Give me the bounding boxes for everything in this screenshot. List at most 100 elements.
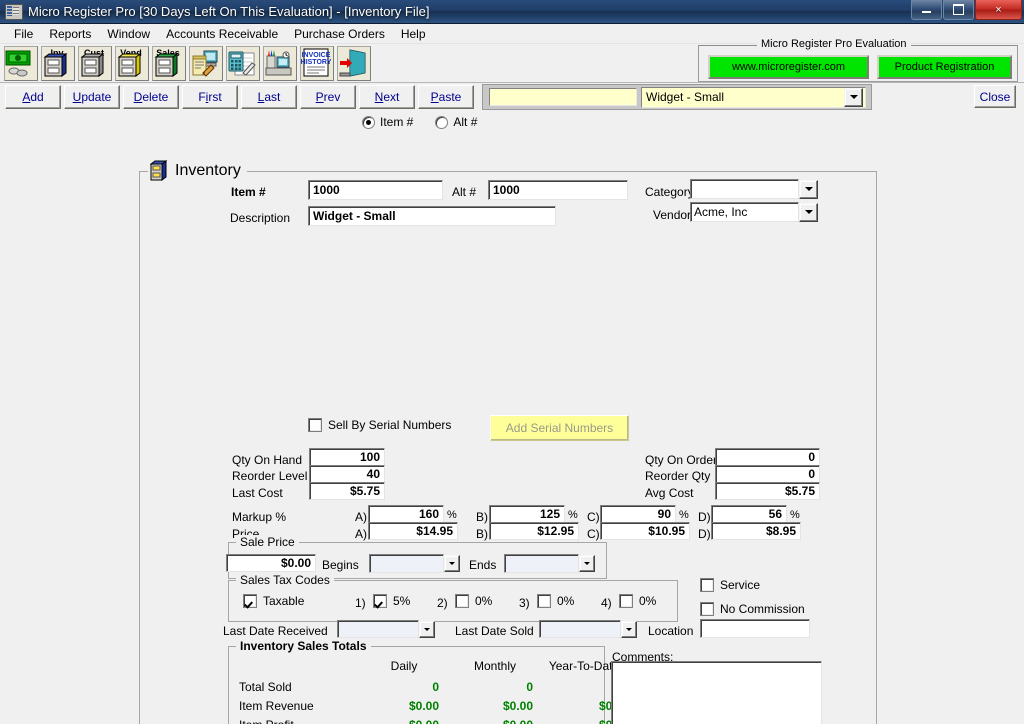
tax-code-4-checkbox[interactable]: 0% (619, 594, 656, 608)
sales-totals-col-daily: Daily (390, 659, 418, 673)
radio-alt-number[interactable]: Alt # (435, 115, 477, 129)
last-cost-input[interactable]: $5.75 (309, 482, 385, 500)
inventory-sales-totals-group: Inventory Sales Totals Daily Monthly Yea… (228, 639, 629, 724)
close-form-button[interactable]: Close (974, 85, 1016, 108)
vendor-cabinet-icon[interactable]: Vend (115, 46, 149, 81)
chevron-down-icon[interactable] (444, 555, 460, 572)
cash-money-icon[interactable] (4, 46, 38, 81)
invoice-history-icon[interactable]: INVOICE HISTORY (300, 46, 334, 81)
clipboard-order-icon[interactable] (189, 46, 223, 81)
markup-a-input[interactable]: 160 (368, 505, 444, 523)
chevron-down-icon[interactable] (579, 555, 595, 572)
sales-cabinet-icon[interactable]: Sales (152, 46, 186, 81)
tax-code-1-checkbox[interactable]: 5% (373, 594, 410, 608)
reorder-level-input[interactable]: 40 (309, 465, 385, 483)
category-combo[interactable] (690, 179, 820, 199)
minimize-button[interactable] (911, 0, 942, 20)
markup-b-input[interactable]: 125 (489, 505, 565, 523)
radio-item-number-indicator (362, 115, 375, 129)
chevron-down-icon[interactable] (799, 179, 818, 199)
no-commission-indicator (700, 602, 714, 616)
alt-number-input[interactable]: 1000 (488, 180, 628, 200)
sale-begins-date-combo[interactable] (369, 554, 462, 573)
tax-code-3-checkbox[interactable]: 0% (537, 594, 574, 608)
tax-code-1-rate: 5% (393, 594, 411, 608)
radio-alt-number-label: Alt # (453, 115, 478, 129)
menu-item-file[interactable]: File (6, 26, 41, 42)
markup-c-input[interactable]: 90 (600, 505, 676, 523)
menu-item-help[interactable]: Help (393, 26, 434, 42)
comments-textarea[interactable] (611, 661, 822, 724)
maximize-button[interactable] (943, 0, 974, 20)
tax-code-4-rate: 0% (639, 594, 657, 608)
update-button[interactable]: Update (64, 85, 120, 109)
next-button[interactable]: Next (359, 85, 415, 109)
add-serial-numbers-button[interactable]: Add Serial Numbers (490, 415, 629, 441)
price-d-input[interactable]: $8.95 (711, 522, 801, 540)
sale-price-legend: Sale Price (236, 535, 299, 549)
radio-item-number[interactable]: Item # (362, 115, 413, 129)
customer-cabinet-icon[interactable]: Cust (78, 46, 112, 81)
sale-ends-date-combo[interactable] (504, 554, 597, 573)
lookup-description-combo[interactable]: Widget - Small (641, 86, 866, 108)
item-profit-daily: $0.00 (369, 718, 439, 724)
menu-item-purchase-orders[interactable]: Purchase Orders (286, 26, 393, 42)
last-cost-label: Last Cost (232, 486, 283, 500)
lookup-code-input[interactable] (489, 88, 637, 106)
price-tier-d-label: D) (698, 527, 711, 541)
sales-tax-codes-legend: Sales Tax Codes (236, 573, 334, 587)
evaluation-panel: Micro Register Pro Evaluation www.micror… (698, 38, 1018, 82)
chevron-down-icon[interactable] (621, 620, 637, 638)
chevron-down-icon[interactable] (799, 202, 818, 222)
avg-cost-input[interactable]: $5.75 (715, 482, 820, 500)
inventory-cabinet-icon[interactable]: Inv (41, 46, 75, 81)
item-number-input[interactable]: 1000 (308, 180, 443, 200)
add-button[interactable]: Add (5, 85, 61, 109)
no-commission-checkbox[interactable]: No Commission (700, 602, 805, 616)
close-button[interactable]: × (975, 0, 1022, 20)
last-button[interactable]: Last (241, 85, 297, 109)
menu-item-window[interactable]: Window (99, 26, 158, 42)
exit-door-icon[interactable] (337, 46, 371, 81)
description-input[interactable]: Widget - Small (308, 206, 556, 226)
last-date-received-combo[interactable] (337, 620, 437, 638)
calculator-icon[interactable] (226, 46, 260, 81)
sale-price-input[interactable]: $0.00 (226, 554, 316, 572)
svg-text:HISTORY: HISTORY (301, 59, 331, 66)
taxable-checkbox[interactable]: Taxable (243, 594, 304, 608)
price-c-input[interactable]: $10.95 (600, 522, 690, 540)
category-value (690, 179, 799, 199)
product-registration-button[interactable]: Product Registration (877, 55, 1012, 79)
delete-button[interactable]: Delete (123, 85, 179, 109)
chevron-down-icon[interactable] (844, 87, 863, 107)
markup-tier-d-label: D) (698, 510, 711, 524)
sell-by-serial-label: Sell By Serial Numbers (328, 418, 452, 432)
markup-c-unit: % (679, 509, 689, 521)
location-input[interactable] (700, 619, 810, 638)
qty-on-order-input[interactable]: 0 (715, 448, 820, 466)
paste-button[interactable]: Paste (418, 85, 474, 109)
prev-button[interactable]: Prev (300, 85, 356, 109)
total-sold-monthly: 0 (526, 680, 533, 694)
markup-d-input[interactable]: 56 (711, 505, 787, 523)
avg-cost-label: Avg Cost (645, 486, 694, 500)
first-button[interactable]: Fi rst (182, 85, 238, 109)
minimize-icon (922, 11, 931, 13)
desktop-supplies-icon[interactable] (263, 46, 297, 81)
price-b-input[interactable]: $12.95 (489, 522, 579, 540)
reorder-qty-input[interactable]: 0 (715, 465, 820, 483)
vendor-combo[interactable]: Acme, Inc (690, 202, 820, 222)
last-date-sold-combo[interactable] (539, 620, 639, 638)
radio-item-number-label: Item # (380, 115, 414, 129)
item-profit-label: Item Profit (239, 718, 294, 724)
tax-code-2-checkbox[interactable]: 0% (455, 594, 492, 608)
qty-on-hand-input[interactable]: 100 (309, 448, 385, 466)
sell-by-serial-checkbox[interactable]: Sell By Serial Numbers (308, 418, 451, 432)
price-a-input[interactable]: $14.95 (368, 522, 458, 540)
no-commission-label: No Commission (720, 602, 805, 616)
chevron-down-icon[interactable] (419, 620, 435, 638)
menu-item-reports[interactable]: Reports (41, 26, 99, 42)
website-button[interactable]: www.microregister.com (708, 55, 869, 79)
service-checkbox[interactable]: Service (700, 578, 760, 592)
menu-item-accounts-receivable[interactable]: Accounts Receivable (158, 26, 286, 42)
